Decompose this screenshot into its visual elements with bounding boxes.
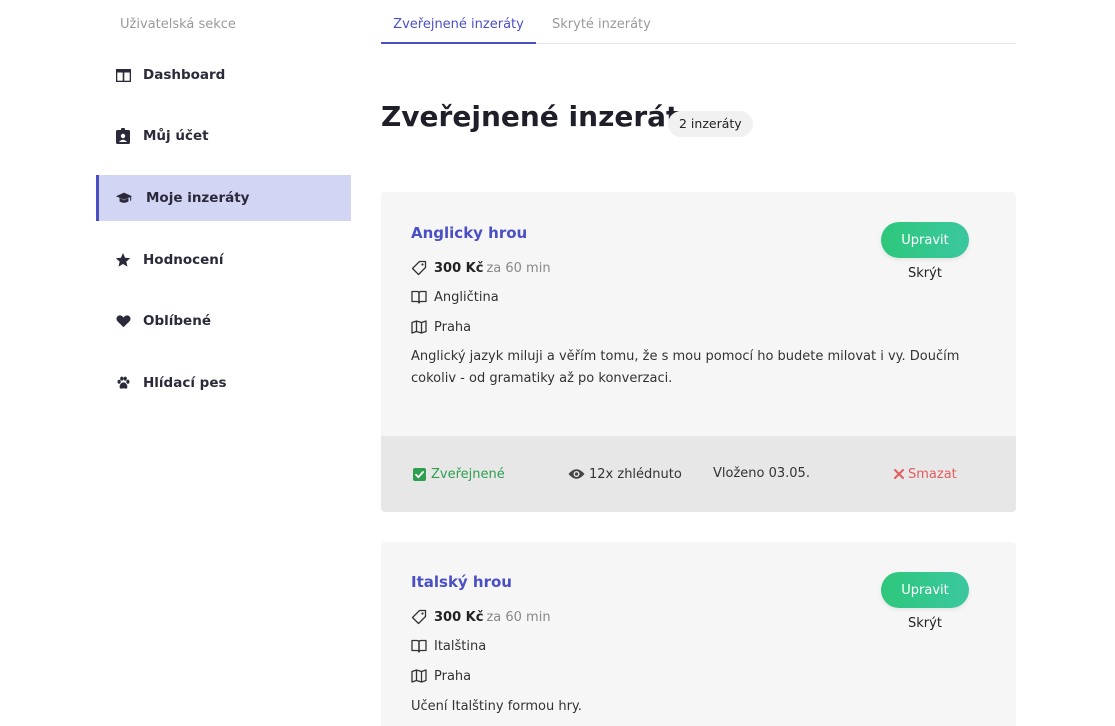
close-icon [893, 466, 905, 482]
sidebar-item-label: Dashboard [143, 67, 226, 83]
tag-icon [411, 609, 427, 625]
sidebar-item-label: Oblíbené [143, 313, 211, 329]
paw-icon [115, 375, 131, 391]
sidebar-item-account[interactable]: Můj účet [96, 113, 351, 159]
subject-value: Italština [434, 638, 487, 654]
sidebar-item-my-ads[interactable]: Moje inzeráty [96, 175, 351, 221]
price-unit: za 60 min [486, 260, 551, 276]
status-label: Zveřejnené [431, 466, 505, 482]
ad-description: Učení Italštiny formou hry. [411, 699, 582, 714]
price-value: 300 Kč [434, 260, 484, 276]
city-value: Praha [434, 319, 472, 335]
star-icon [115, 252, 131, 268]
edit-button[interactable]: Upravit [881, 222, 969, 258]
ad-subject: Italština [411, 638, 486, 654]
ad-city: Praha [411, 668, 471, 684]
map-icon [411, 668, 427, 684]
sidebar-item-favorites[interactable]: Oblíbené [96, 298, 351, 344]
ad-description: Anglický jazyk miluji a věřím tomu, že s… [411, 349, 960, 386]
tab-hidden[interactable]: Skryté inzeráty [552, 17, 651, 32]
count-badge: 2 inzeráty [668, 111, 753, 137]
ad-card: Italský hrou 300 Kč za 60 min Italština … [381, 542, 1016, 726]
price-value: 300 Kč [434, 609, 484, 625]
tab-published[interactable]: Zveřejnené inzeráty [381, 17, 536, 44]
id-badge-icon [115, 128, 131, 144]
sidebar-item-watchdog[interactable]: Hlídací pes [96, 360, 351, 406]
graduation-cap-icon [116, 190, 132, 206]
sidebar-item-label: Můj účet [143, 128, 209, 144]
ad-price: 300 Kč za 60 min [411, 260, 551, 276]
edit-button[interactable]: Upravit [881, 572, 969, 608]
hide-button[interactable]: Skrýt [881, 616, 969, 631]
book-icon [411, 638, 427, 654]
sidebar-item-ratings[interactable]: Hodnocení [96, 237, 351, 283]
book-icon [411, 289, 427, 305]
views-label: 12x zhlédnuto [589, 466, 682, 482]
page-title: Zveřejnené inzeráty [381, 100, 698, 133]
sidebar-title: Uživatelská sekce [120, 17, 236, 32]
heart-icon [115, 313, 131, 329]
hide-button[interactable]: Skrýt [881, 266, 969, 281]
ad-card-footer: Zveřejnené 12x zhlédnuto Vloženo 03.05. … [381, 436, 1016, 512]
checkbox-checked-icon [411, 466, 427, 482]
subject-value: Angličtina [434, 289, 499, 305]
sidebar-item-label: Hodnocení [143, 252, 224, 268]
ad-tabs: Zveřejnené inzeráty Skryté inzeráty [381, 0, 1016, 44]
ad-subject: Angličtina [411, 289, 499, 305]
sidebar-item-label: Hlídací pes [143, 375, 227, 391]
sidebar-item-dashboard[interactable]: Dashboard [96, 52, 351, 98]
map-icon [411, 319, 427, 335]
delete-label: Smazat [908, 466, 957, 482]
status-badge: Zveřejnené [411, 466, 505, 482]
city-value: Praha [434, 668, 472, 684]
ad-city: Praha [411, 319, 471, 335]
tag-icon [411, 260, 427, 276]
dashboard-icon [115, 67, 131, 83]
posted-date: Vloženo 03.05. [713, 466, 810, 481]
sidebar-item-label: Moje inzeráty [146, 190, 250, 206]
price-unit: za 60 min [486, 609, 551, 625]
ad-card: Anglicky hrou 300 Kč za 60 min Angličtin… [381, 192, 1016, 512]
ad-title[interactable]: Anglicky hrou [411, 224, 527, 242]
eye-icon [567, 466, 585, 482]
ad-price: 300 Kč za 60 min [411, 609, 551, 625]
views-count: 12x zhlédnuto [567, 466, 682, 482]
ad-title[interactable]: Italský hrou [411, 573, 512, 591]
delete-button[interactable]: Smazat [893, 466, 957, 482]
